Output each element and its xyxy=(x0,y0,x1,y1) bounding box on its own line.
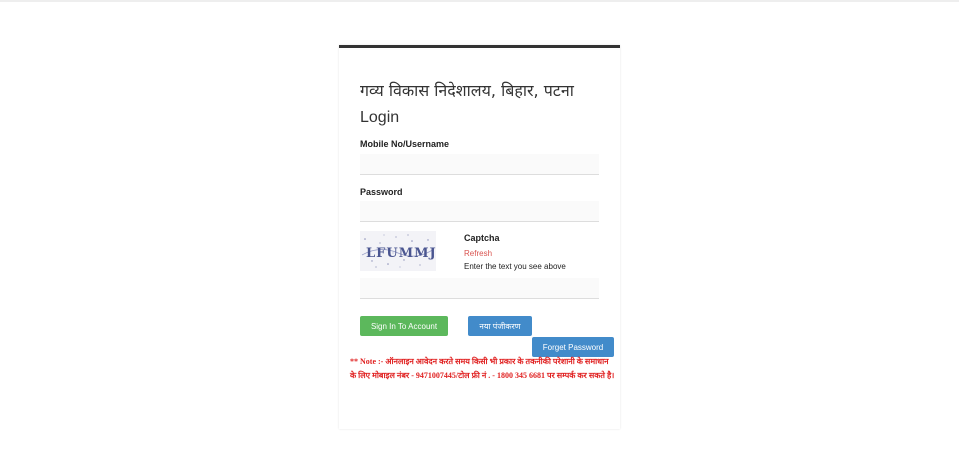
password-input[interactable] xyxy=(360,201,599,222)
top-divider xyxy=(0,0,959,2)
captcha-input[interactable] xyxy=(360,278,599,299)
department-title: गव्य विकास निदेशालय, बिहार, पटना xyxy=(360,81,574,100)
username-input[interactable] xyxy=(360,154,599,175)
captcha-label: Captcha xyxy=(464,233,500,243)
captcha-image-graphic: LFUMMJ xyxy=(361,234,436,268)
captcha-hint: Enter the text you see above xyxy=(464,262,566,271)
sign-in-button[interactable]: Sign In To Account xyxy=(360,316,448,336)
captcha-image: LFUMMJ xyxy=(360,231,436,271)
login-heading: Login xyxy=(360,109,400,126)
register-button[interactable]: नया पंजीकरण xyxy=(468,316,532,336)
refresh-captcha-link[interactable]: Refresh xyxy=(464,249,492,258)
forgot-password-button[interactable]: Forget Password xyxy=(532,337,614,357)
username-label: Mobile No/Username xyxy=(360,139,450,149)
helpline-note: ** Note :- ऑनलाइन आवेदन करते समय किसी भी… xyxy=(350,357,615,380)
password-label: Password xyxy=(360,187,403,197)
login-card: गव्य विकास निदेशालय, बिहार, पटना Login M… xyxy=(339,45,620,429)
captcha-text: LFUMMJ xyxy=(366,246,436,261)
